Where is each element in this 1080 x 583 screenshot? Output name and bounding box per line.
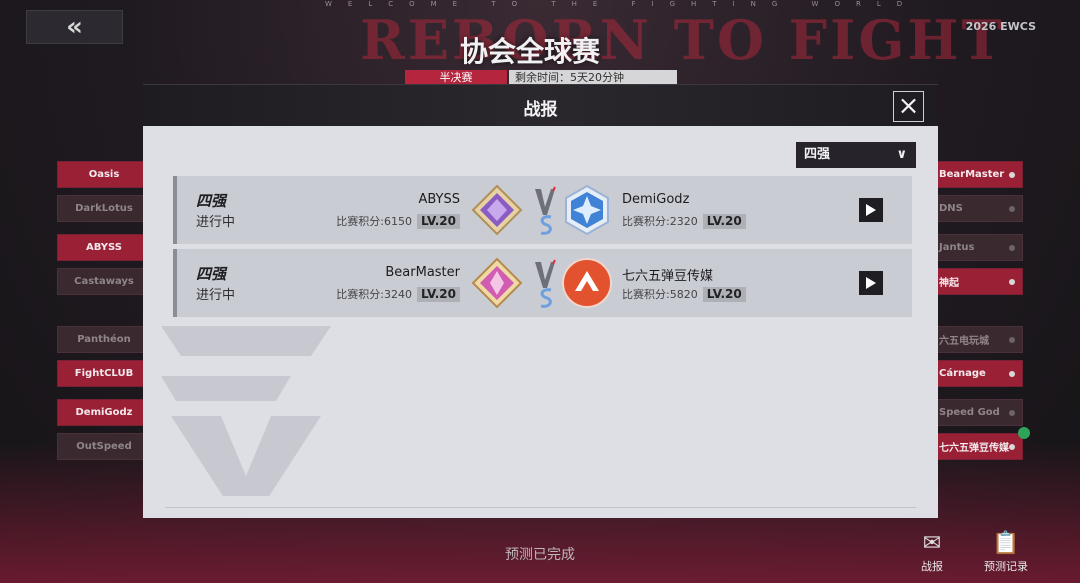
double-chevron-left-icon: «: [66, 12, 83, 42]
status-dot: [1009, 172, 1015, 178]
bracket-right-team[interactable]: Jantus: [934, 234, 1023, 261]
status-dot: [1009, 279, 1015, 285]
stage-badge: 半决赛: [405, 70, 507, 85]
battle-report-label: 战报: [921, 560, 943, 573]
watermark-logo: [161, 326, 331, 496]
bracket-right-team[interactable]: 神起: [934, 268, 1023, 295]
score-label: 比赛积分:2320: [622, 215, 698, 228]
match-status: 进行中: [196, 288, 236, 303]
welcome-banner: WELCOME TO THE FIGHTING WORLD: [325, 0, 919, 8]
team-name: Castaways: [74, 276, 134, 287]
event-title: 协会全球赛: [460, 35, 601, 68]
status-dot: [1009, 245, 1015, 251]
bracket-right-team[interactable]: 七六五弹豆传媒: [934, 433, 1023, 460]
home-team-score: 比赛积分:3240 LV.20: [336, 286, 460, 302]
bracket-left-team[interactable]: Oasis: [57, 161, 151, 188]
bracket-right-team[interactable]: Speed God: [934, 399, 1023, 426]
demigodz-emblem-icon: [565, 184, 609, 236]
close-button[interactable]: ×: [893, 91, 924, 122]
status-dot: [1009, 337, 1015, 343]
status-dot: [1009, 410, 1015, 416]
away-team-name: 七六五弹豆传媒: [622, 269, 714, 284]
match-row: 四强 进行中 BearMaster 比赛积分:3240 LV.20 七六五弹豆传…: [173, 249, 912, 317]
chevron-down-icon: ∨: [896, 147, 907, 162]
team-name: DarkLotus: [75, 203, 133, 214]
prediction-record-label: 预测记录: [984, 560, 1028, 573]
team-name: Oasis: [88, 169, 120, 180]
divider: [165, 507, 916, 508]
level-badge: LV.20: [702, 286, 746, 302]
play-icon: [866, 277, 876, 289]
bracket-left-team[interactable]: DemiGodz: [57, 399, 151, 426]
play-replay-button[interactable]: [859, 198, 883, 222]
level-badge: LV.20: [417, 213, 460, 229]
team-name: OutSpeed: [76, 441, 132, 452]
play-icon: [866, 204, 876, 216]
bracket-left-team[interactable]: Castaways: [57, 268, 151, 295]
bracket-left-team[interactable]: DarkLotus: [57, 195, 151, 222]
brand-label: 2026 EWCS: [965, 20, 1036, 33]
prediction-status: 预测已完成: [505, 547, 575, 563]
modal-title: 战报: [523, 100, 558, 120]
abyss-emblem-icon: [471, 184, 523, 236]
time-remaining: 剩余时间：5天20分钟: [509, 70, 677, 85]
match-row: 四强 进行中 ABYSS 比赛积分:6150 LV.20 DemiGodz 比赛…: [173, 176, 912, 244]
close-icon: ×: [897, 91, 920, 121]
clipboard-icon: 📋: [992, 531, 1020, 556]
battle-report-button[interactable]: ✉ 战报: [906, 530, 958, 578]
match-stage: 四强: [196, 192, 227, 210]
score-label: 比赛积分:3240: [336, 288, 412, 301]
team-name: DemiGodz: [75, 407, 133, 418]
bracket-left-team[interactable]: ABYSS: [57, 234, 151, 261]
bearmaster-emblem-icon: [471, 257, 523, 309]
team-name: Speed God: [939, 407, 1000, 418]
banner-word: REBORN TO FIGHT: [360, 8, 1005, 72]
versus-icon: [535, 259, 556, 308]
bracket-left-team[interactable]: Panthéon: [57, 326, 151, 353]
team-name: BearMaster: [939, 169, 1005, 180]
score-label: 比赛积分:6150: [336, 215, 412, 228]
bracket-left-team[interactable]: OutSpeed: [57, 433, 151, 460]
team-name: 七六五弹豆传媒: [939, 443, 1009, 454]
score-label: 比赛积分:5820: [622, 288, 698, 301]
team-name: DNS: [939, 203, 963, 214]
stage-filter-dropdown[interactable]: 四强 ∨: [796, 142, 916, 168]
versus-icon: [535, 186, 556, 235]
filter-value: 四强: [804, 147, 831, 162]
match-status: 进行中: [196, 215, 236, 230]
bracket-right-team[interactable]: BearMaster: [934, 161, 1023, 188]
team-name: Jantus: [939, 242, 975, 253]
home-team-score: 比赛积分:6150 LV.20: [336, 213, 460, 229]
bracket-right-team[interactable]: Cárnage: [934, 360, 1023, 387]
team-name: 六五电玩城: [939, 336, 989, 347]
match-report-panel: 四强 ∨ 四强 进行中 ABYSS 比赛积分:6150 LV.20 DemiGo…: [143, 126, 938, 518]
team-name: Cárnage: [939, 368, 986, 379]
bracket-right-team[interactable]: 六五电玩城: [934, 326, 1023, 353]
bracket-right-team[interactable]: DNS: [934, 195, 1023, 222]
online-user-icon: [1018, 427, 1030, 439]
team-name: 神起: [939, 278, 959, 289]
away-team-score: 比赛积分:2320 LV.20: [622, 213, 746, 229]
team-name: Panthéon: [77, 334, 131, 345]
prediction-record-button[interactable]: 📋 预测记录: [980, 530, 1032, 578]
bracket-left-team[interactable]: FightCLUB: [57, 360, 151, 387]
play-replay-button[interactable]: [859, 271, 883, 295]
away-team-score: 比赛积分:5820 LV.20: [622, 286, 746, 302]
team-name: FightCLUB: [74, 368, 134, 379]
home-team-name: BearMaster: [385, 265, 460, 280]
level-badge: LV.20: [702, 213, 746, 229]
status-dot: [1009, 371, 1015, 377]
back-button[interactable]: «: [26, 10, 123, 44]
level-badge: LV.20: [417, 286, 460, 302]
mail-icon: ✉: [922, 531, 942, 556]
765-media-logo-icon: [562, 258, 612, 308]
away-team-name: DemiGodz: [622, 192, 690, 207]
match-stage: 四强: [196, 265, 227, 283]
home-team-name: ABYSS: [418, 192, 460, 207]
modal-header: 战报 ×: [143, 84, 938, 126]
team-name: ABYSS: [85, 242, 122, 253]
status-dot: [1009, 206, 1015, 212]
status-dot: [1009, 444, 1015, 450]
